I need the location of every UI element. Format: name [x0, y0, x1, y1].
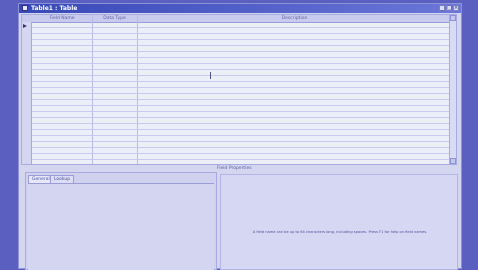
header-description[interactable]: Description [137, 15, 452, 22]
current-row-arrow-icon [23, 24, 27, 28]
text-cursor-icon [210, 72, 211, 79]
row-selector-column[interactable] [22, 22, 32, 164]
general-tab-panel [28, 183, 214, 270]
field-name-hint: A field name can be up to 64 characters … [252, 230, 428, 234]
maximize-button[interactable]: □ [446, 5, 452, 11]
field-properties-panel: General Lookup [25, 172, 217, 270]
header-data-type[interactable]: Data Type [92, 15, 137, 22]
header-field-name[interactable]: Field Name [32, 15, 92, 22]
scroll-down-arrow-icon[interactable] [450, 158, 456, 164]
field-design-grid[interactable]: Field Name Data Type Description [21, 14, 457, 165]
window-title: Table1 : Table [31, 5, 78, 12]
table-row[interactable] [22, 160, 456, 164]
close-button[interactable]: × [453, 5, 459, 11]
field-help-panel: A field name can be up to 64 characters … [220, 174, 458, 270]
table-design-window: Table1 : Table _ □ × Field Name Data Typ… [18, 3, 462, 270]
vertical-scrollbar[interactable] [449, 15, 456, 164]
minimize-button[interactable]: _ [439, 5, 445, 11]
tab-lookup[interactable]: Lookup [50, 175, 75, 183]
title-bar[interactable]: Table1 : Table _ □ × [19, 4, 461, 13]
table-icon [22, 5, 28, 11]
field-properties-label: Field Properties [217, 166, 252, 171]
scroll-up-arrow-icon[interactable] [450, 15, 456, 21]
